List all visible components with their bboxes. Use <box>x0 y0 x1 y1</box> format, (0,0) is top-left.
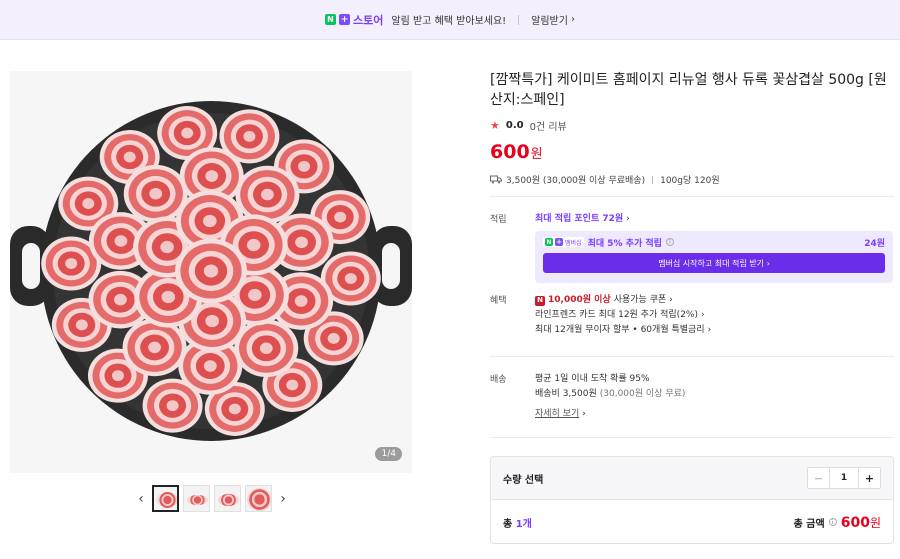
quantity-label: 수량 선택 <box>503 474 544 486</box>
rating-score: 0.0 <box>505 120 524 131</box>
benefits-section: 혜택 N 10,000원 이상 사용가능 쿠폰 › 라인프렌즈 카드 최대 12… <box>490 293 894 343</box>
total-count: 총 1개 <box>503 515 532 530</box>
quantity-box: 수량 선택 − 1 + 총 1개 총 금액 i 600원 <box>490 456 894 544</box>
arrival-probability: 평균 1일 이내 도착 확률 95% <box>535 374 650 384</box>
membership-start-button[interactable]: 멤버십 시작하고 최대 적립 받기 › <box>543 253 885 273</box>
product-price: 600 원 <box>490 141 895 163</box>
thumbnail-strip: ‹ › <box>134 485 290 512</box>
chevron-right-icon: › <box>766 258 770 268</box>
total-amount-label: 총 금액 <box>793 518 825 530</box>
installment-link[interactable]: 최대 12개월 무이자 할부 • 60개월 특별금리 › <box>535 323 894 338</box>
star-icon: ★ <box>490 119 500 132</box>
coupon-link[interactable]: N 10,000원 이상 사용가능 쿠폰 › <box>535 293 894 308</box>
review-count: 0건 리뷰 <box>529 122 567 133</box>
divider <box>490 356 894 357</box>
banner-message: 알림 받고 혜택 받아보세요! <box>391 16 507 27</box>
alert-subscribe-link[interactable]: 알림받기 › <box>531 12 575 27</box>
total-price: 600원 <box>841 514 881 531</box>
quantity-value[interactable]: 1 <box>830 468 858 488</box>
price-currency: 원 <box>530 147 543 162</box>
membership-chip: N + 멤버십 <box>543 237 584 247</box>
chevron-left-icon[interactable]: ‹ <box>134 489 148 509</box>
membership-start-label: 멤버십 시작하고 최대 적립 받기 <box>658 258 765 268</box>
total-price-currency: 원 <box>869 515 881 530</box>
detail-link-label: 자세히 보기 <box>535 409 580 419</box>
info-icon[interactable]: i <box>665 238 674 246</box>
membership-chip-label: 멤버십 <box>565 239 582 247</box>
meat-slice <box>175 238 247 304</box>
chevron-right-icon[interactable]: › <box>276 489 290 509</box>
coupon-amount: 10,000원 이상 <box>548 295 611 305</box>
quantity-stepper: − 1 + <box>807 467 881 489</box>
thumbnail-2[interactable] <box>183 485 210 512</box>
delivery-detail-link[interactable]: 자세히 보기 › <box>535 407 894 422</box>
points-section: 적립 최대 적립 포인트 72원 › N + 멤버십 최대 5% 추가 적립 i… <box>490 212 894 288</box>
unit-price: 100g당 120원 <box>660 176 720 186</box>
delivery-fee-note: (30,000원 이상 무료) <box>599 389 686 399</box>
truck-icon <box>490 175 502 184</box>
card-benefit-text: 라인프렌즈 카드 최대 12원 추가 적립(2%) <box>535 310 698 320</box>
meat-slice <box>122 318 187 377</box>
plus-icon: + <box>555 238 563 246</box>
extra-point-text: 최대 5% 추가 적립 <box>587 238 662 249</box>
thumbnail-1[interactable] <box>152 485 179 512</box>
store-name: 스토어 <box>353 13 384 27</box>
points-label: 적립 <box>490 215 507 225</box>
rating-row[interactable]: ★ 0.0 0건 리뷰 <box>490 118 895 133</box>
naver-coupon-icon: N <box>535 295 545 306</box>
decrease-button[interactable]: − <box>808 468 830 488</box>
extra-point-amount: 24원 <box>864 238 885 249</box>
thumbnail-3[interactable] <box>214 485 241 512</box>
delivery-section: 배송 평균 1일 이내 도착 확률 95% 배송비 3,500원 (30,000… <box>490 372 894 424</box>
membership-point-box: N + 멤버십 최대 5% 추가 적립 i 24원 멤버십 시작하고 최대 적립… <box>535 231 893 283</box>
delivery-fee: 배송비 3,500원 <box>535 389 597 399</box>
chevron-right-icon: › <box>669 295 673 305</box>
alert-link-label: 알림받기 <box>531 16 568 27</box>
banner-divider <box>518 14 520 25</box>
total-amount: 총 금액 i 600원 <box>794 514 881 531</box>
total-price-value: 600 <box>840 514 870 531</box>
chevron-right-icon: › <box>582 409 586 419</box>
coupon-text: 사용가능 쿠폰 <box>613 295 667 305</box>
shipping-summary: 3,500원 (30,000원 이상 무료배송) 100g당 120원 <box>490 173 895 186</box>
plus-icon: + <box>339 14 351 25</box>
divider <box>490 437 894 438</box>
card-benefit-link[interactable]: 라인프렌즈 카드 최대 12원 추가 적립(2%) › <box>535 308 894 323</box>
chevron-right-icon: › <box>700 310 705 320</box>
max-point-text: 최대 적립 포인트 72원 <box>535 214 624 224</box>
delivery-label: 배송 <box>490 375 507 385</box>
total-label: 총 <box>503 518 513 530</box>
shipping-fee: 3,500원 (30,000원 이상 무료배송) <box>506 176 646 186</box>
installment-text: 최대 12개월 무이자 할부 • 60개월 특별금리 <box>535 325 705 335</box>
product-title: [깜짝특가] 케이미트 홈페이지 리뉴얼 행사 듀록 꽃삼겹살 500g [원산… <box>490 72 887 108</box>
counter-total: 4 <box>390 449 396 459</box>
max-point-link[interactable]: 최대 적립 포인트 72원 › <box>535 212 894 227</box>
image-counter: 1/4 <box>375 447 402 461</box>
pork-belly-pan-image <box>10 101 412 441</box>
total-count-value: 1개 <box>515 518 532 530</box>
thumbnail-4[interactable] <box>245 485 272 512</box>
divider <box>490 196 894 197</box>
meat-slice <box>235 165 300 224</box>
increase-button[interactable]: + <box>858 468 880 488</box>
naver-plus-store-logo: N + 스토어 <box>325 12 383 28</box>
chevron-right-icon: › <box>570 14 575 25</box>
info-icon[interactable]: i <box>828 518 837 526</box>
benefits-label: 혜택 <box>490 296 507 306</box>
chevron-right-icon: › <box>626 214 630 224</box>
naver-n-icon: N <box>325 14 337 25</box>
chevron-right-icon: › <box>707 325 712 335</box>
product-info: [깜짝특가] 케이미트 홈페이지 리뉴얼 행사 듀록 꽃삼겹살 500g [원산… <box>490 70 895 186</box>
naver-n-icon: N <box>545 238 553 246</box>
product-image[interactable]: 1/4 <box>10 71 412 473</box>
top-banner: N + 스토어 알림 받고 혜택 받아보세요! 알림받기 › <box>0 0 900 40</box>
price-value: 600 <box>490 141 530 163</box>
